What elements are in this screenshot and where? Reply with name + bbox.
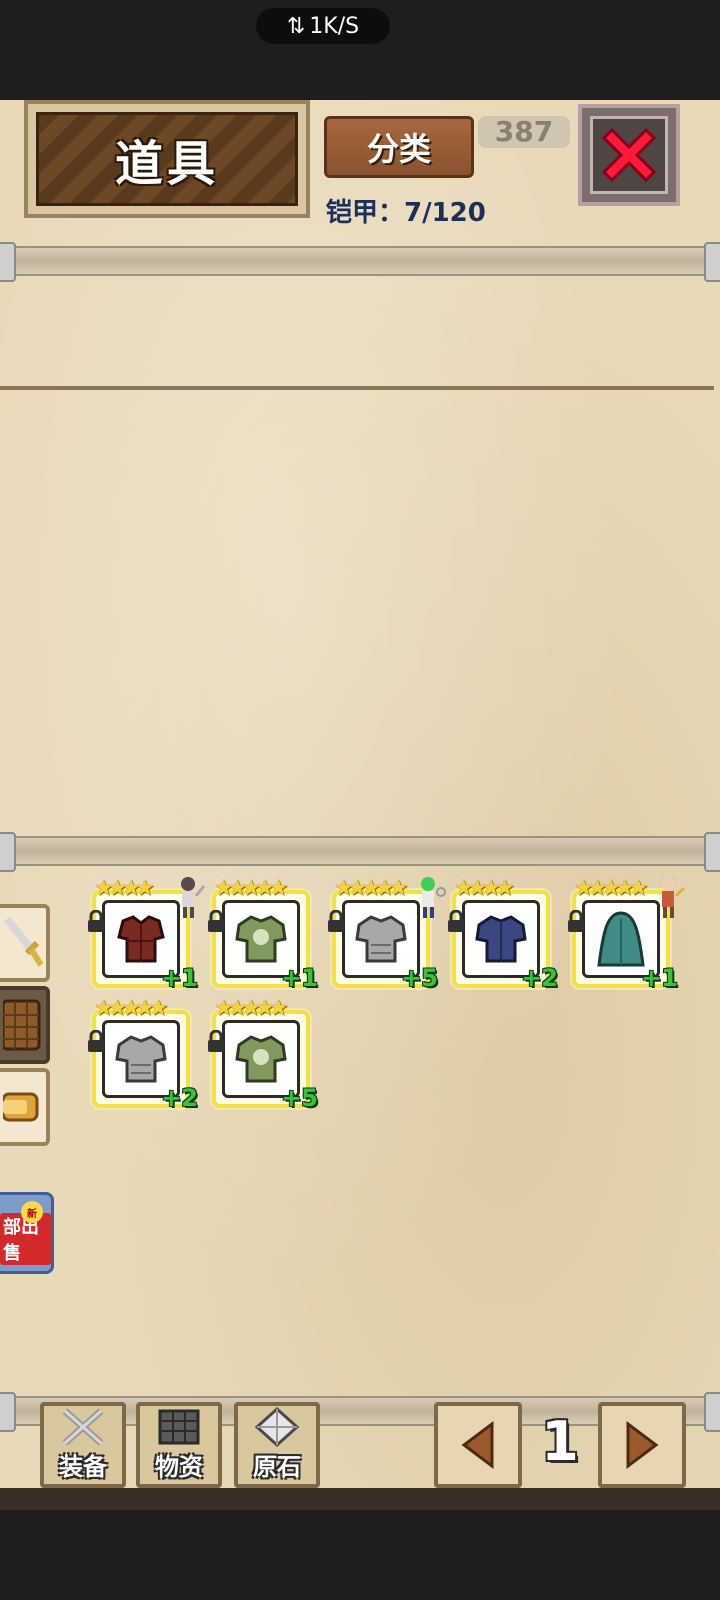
- divider: [0, 386, 714, 390]
- close-icon: [601, 127, 657, 183]
- panel-bottom-edge: [0, 1488, 720, 1510]
- bulk-sell-button[interactable]: 新 部出售: [0, 1192, 54, 1274]
- enhance-level: +5: [281, 1084, 318, 1112]
- title-sign: 道具: [24, 100, 310, 218]
- inventory-item-3[interactable]: ★★★★★ +5: [328, 876, 446, 992]
- tab-accessory[interactable]: [0, 1068, 50, 1146]
- armor-count: 铠甲：7/120: [326, 198, 486, 228]
- lock-icon: [568, 910, 584, 932]
- arrow-left-icon: [461, 1421, 494, 1469]
- rarity-stars: ★★★★★: [214, 996, 289, 1021]
- character-icon: [421, 877, 446, 918]
- lock-icon: [328, 910, 344, 932]
- equipment-label: 装备: [59, 1453, 107, 1481]
- previous-page-button[interactable]: [434, 1402, 522, 1488]
- inventory-item-6[interactable]: ★★★★★ +2: [88, 996, 198, 1112]
- inventory-item-2[interactable]: ★★★★★ +1: [208, 876, 318, 992]
- enhance-level: +2: [161, 1084, 198, 1112]
- ore-label: 原石: [253, 1453, 301, 1481]
- crossed-swords-icon: [62, 1408, 104, 1446]
- rarity-stars: ★★★★★: [94, 996, 169, 1021]
- rarity-stars: ★★★★: [454, 876, 515, 901]
- armor-icon: [355, 915, 407, 963]
- rarity-stars: ★★★★★: [214, 876, 289, 901]
- background-counter: 387: [478, 116, 570, 148]
- new-badge: 新: [21, 1201, 43, 1223]
- armor-icon: [117, 915, 165, 963]
- armor-icon: [3, 999, 41, 1051]
- crystal-icon: [254, 1407, 300, 1447]
- ore-button[interactable]: 原石: [234, 1402, 320, 1488]
- scroll-rod-middle: [0, 832, 720, 872]
- materials-button[interactable]: 物资: [136, 1402, 222, 1488]
- lock-icon: [208, 1030, 224, 1052]
- inventory-panel: [0, 100, 720, 1492]
- inventory-item-7[interactable]: ★★★★★ +5: [208, 996, 318, 1112]
- inventory-item-5[interactable]: ★★★★★ +1: [568, 876, 686, 992]
- materials-label: 物资: [155, 1453, 203, 1481]
- armor-icon: [475, 915, 527, 963]
- enhance-level: +1: [161, 964, 198, 992]
- network-speed-text: 1K/S: [309, 13, 360, 39]
- close-button[interactable]: [578, 104, 680, 206]
- tab-armor[interactable]: [0, 986, 50, 1064]
- anvil-icon: [158, 1409, 200, 1445]
- character-icon: [659, 876, 686, 918]
- armor-icon: [235, 1035, 287, 1083]
- cloak-icon: [597, 911, 645, 967]
- enhance-level: +5: [401, 964, 438, 992]
- character-icon: [181, 877, 206, 918]
- page-title: 道具: [114, 136, 219, 192]
- ring-icon: [3, 1092, 39, 1122]
- page-number: 1: [541, 1410, 579, 1473]
- scroll-rod-top: [0, 242, 720, 282]
- arrow-right-icon: [626, 1421, 659, 1469]
- rarity-stars: ★★★★: [94, 876, 155, 901]
- inventory-item-1[interactable]: ★★★★ +1: [88, 876, 206, 992]
- network-speed-indicator: ⇅ 1K/S: [256, 8, 390, 44]
- lock-icon: [448, 910, 464, 932]
- rarity-stars: ★★★★★: [334, 876, 409, 901]
- armor-icon: [235, 915, 287, 963]
- tab-weapon[interactable]: [0, 904, 50, 982]
- lock-icon: [208, 910, 224, 932]
- lock-icon: [88, 1030, 104, 1052]
- lock-icon: [88, 910, 104, 932]
- inventory-item-4[interactable]: ★★★★ +2: [448, 876, 558, 992]
- enhance-level: +1: [281, 964, 318, 992]
- armor-icon: [115, 1035, 167, 1083]
- enhance-level: +2: [521, 964, 558, 992]
- transfer-arrows-icon: ⇅: [286, 13, 306, 39]
- sword-icon: [3, 916, 43, 967]
- rarity-stars: ★★★★★: [574, 876, 649, 901]
- next-page-button[interactable]: [598, 1402, 686, 1488]
- enhance-level: +1: [641, 964, 678, 992]
- category-button[interactable]: 分类: [324, 116, 474, 178]
- equipment-button[interactable]: 装备: [40, 1402, 126, 1488]
